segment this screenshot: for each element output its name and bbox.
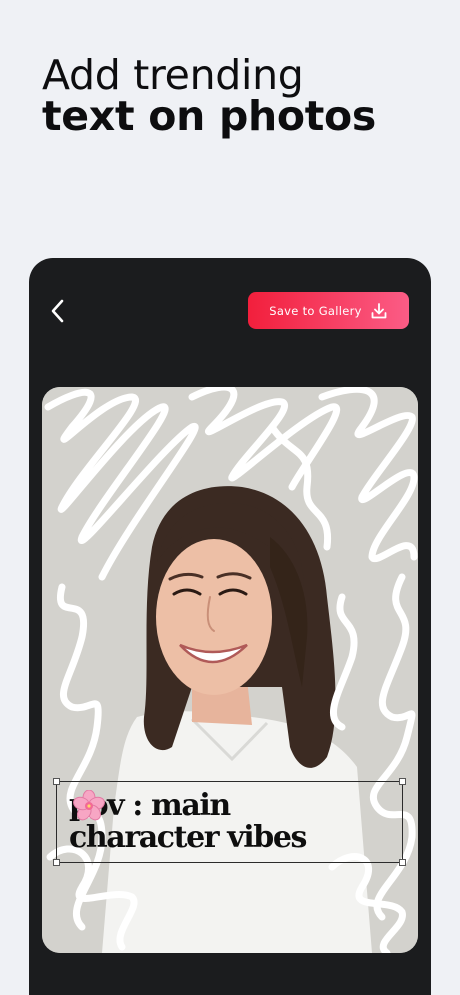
overlay-caption-line-2: character vibes xyxy=(69,820,307,855)
app-screenshot: Add trending text on photos Save to Gall… xyxy=(0,0,460,995)
photo-art xyxy=(42,387,418,953)
save-button-label: Save to Gallery xyxy=(269,303,362,318)
resize-handle-bottom-right[interactable] xyxy=(399,859,406,866)
cherry-blossom-icon xyxy=(73,790,105,821)
photo-canvas[interactable]: pov : main character vibes xyxy=(42,387,418,953)
resize-handle-top-right[interactable] xyxy=(399,778,406,785)
resize-handle-bottom-left[interactable] xyxy=(53,859,60,866)
download-icon xyxy=(371,302,387,318)
editor-screen: Save to Gallery pov: main character vib… xyxy=(29,258,431,995)
overlay-caption-line-2-row: character vibes xyxy=(69,790,307,855)
headline-line-2: text on photos xyxy=(42,92,377,141)
chevron-left-icon xyxy=(51,299,64,323)
face xyxy=(156,539,272,695)
headline: Add trending text on photos xyxy=(42,51,442,141)
resize-handle-top-left[interactable] xyxy=(53,778,60,785)
headline-line-1: Add trending xyxy=(42,51,304,99)
save-to-gallery-button[interactable]: Save to Gallery xyxy=(248,292,409,329)
overlay-caption: pov : main character vibes xyxy=(69,790,307,855)
back-button[interactable] xyxy=(47,296,71,326)
text-overlay-box[interactable]: pov : main character vibes xyxy=(53,778,406,866)
